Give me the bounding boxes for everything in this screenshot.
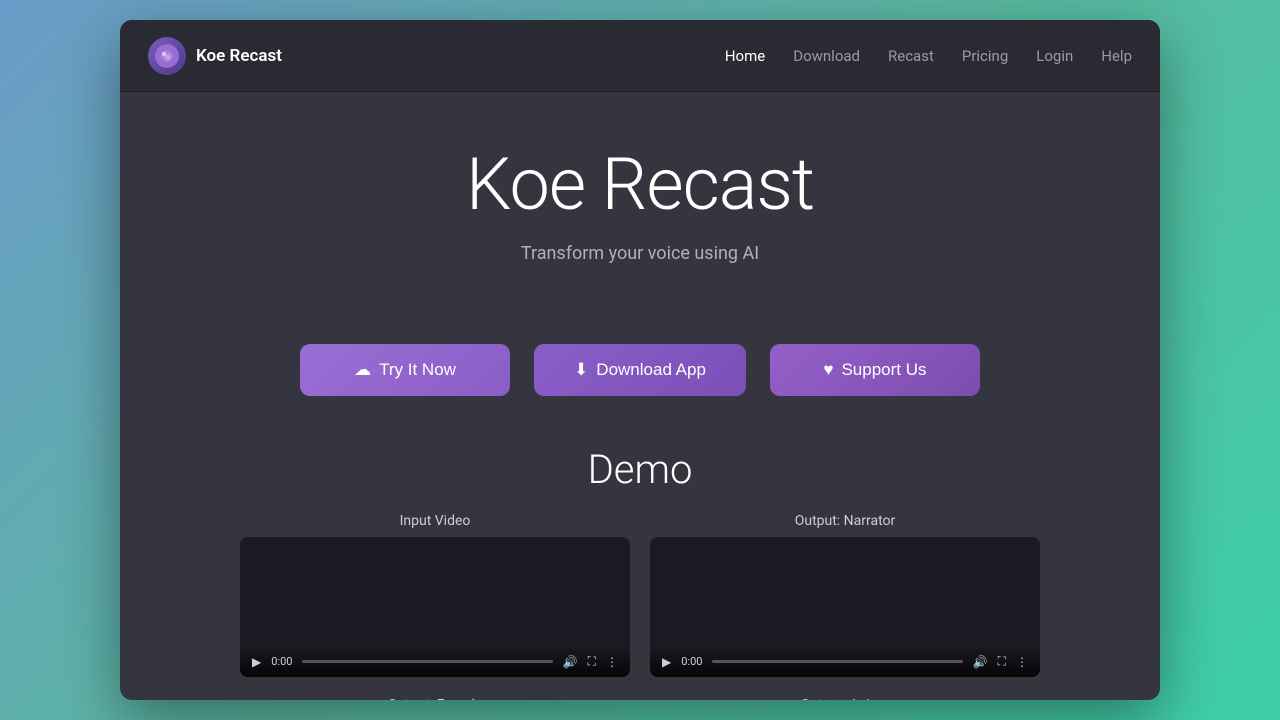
anime-label: Output: Anime bbox=[801, 697, 890, 700]
demo-item-anime: Output: Anime ▶ 0:00 🔊 ⛶ ⋮ bbox=[650, 697, 1040, 700]
button-group: ☁ Try It Now ⬇ Download App ♥ Support Us bbox=[300, 344, 980, 396]
progress-bar-narrator[interactable] bbox=[712, 660, 962, 663]
hero-title: Koe Recast bbox=[466, 142, 814, 227]
demo-item-female: Output: Female ▶ 0:00 🔊 ⛶ ⋮ bbox=[240, 697, 630, 700]
play-icon-input[interactable]: ▶ bbox=[252, 655, 261, 669]
nav-link-help[interactable]: Help bbox=[1101, 47, 1132, 65]
download-icon: ⬇ bbox=[574, 360, 588, 380]
logo-icon bbox=[148, 37, 186, 75]
demo-item-narrator: Output: Narrator ▶ 0:00 🔊 ⛶ ⋮ bbox=[650, 513, 1040, 677]
time-input: 0:00 bbox=[271, 655, 292, 668]
cloud-icon: ☁ bbox=[354, 360, 371, 380]
demo-grid: Input Video ▶ 0:00 🔊 ⛶ ⋮ bbox=[240, 513, 1040, 700]
input-video-player[interactable]: ▶ 0:00 🔊 ⛶ ⋮ bbox=[240, 537, 630, 677]
nav-links: Home Download Recast Pricing Login Help bbox=[725, 47, 1132, 65]
fullscreen-icon-input[interactable]: ⛶ bbox=[588, 654, 596, 669]
narrator-label: Output: Narrator bbox=[795, 513, 896, 529]
navbar: Koe Recast Home Download Recast Pricing … bbox=[120, 20, 1160, 92]
support-us-button[interactable]: ♥ Support Us bbox=[770, 344, 980, 396]
try-it-now-label: Try It Now bbox=[379, 360, 456, 380]
video-controls-input: ▶ 0:00 🔊 ⛶ ⋮ bbox=[240, 646, 630, 677]
nav-link-recast[interactable]: Recast bbox=[888, 47, 934, 65]
video-controls-narrator: ▶ 0:00 🔊 ⛶ ⋮ bbox=[650, 646, 1040, 677]
hero-section: Koe Recast Transform your voice using AI bbox=[466, 142, 814, 264]
brand-name: Koe Recast bbox=[196, 46, 282, 66]
nav-logo: Koe Recast bbox=[148, 37, 725, 75]
progress-bar-input[interactable] bbox=[302, 660, 552, 663]
volume-icon-input[interactable]: 🔊 bbox=[563, 655, 578, 669]
input-video-label: Input Video bbox=[400, 513, 471, 529]
download-app-label: Download App bbox=[596, 360, 706, 380]
demo-title: Demo bbox=[588, 446, 693, 493]
nav-link-home[interactable]: Home bbox=[725, 47, 765, 65]
download-app-button[interactable]: ⬇ Download App bbox=[534, 344, 746, 396]
heart-icon: ♥ bbox=[823, 360, 833, 380]
demo-section: Demo Input Video ▶ 0:00 🔊 ⛶ bbox=[160, 446, 1120, 700]
female-label: Output: Female bbox=[388, 697, 483, 700]
nav-link-pricing[interactable]: Pricing bbox=[962, 47, 1008, 65]
narrator-video-player[interactable]: ▶ 0:00 🔊 ⛶ ⋮ bbox=[650, 537, 1040, 677]
time-narrator: 0:00 bbox=[681, 655, 702, 668]
nav-link-login[interactable]: Login bbox=[1036, 47, 1073, 65]
play-icon-narrator[interactable]: ▶ bbox=[662, 655, 671, 669]
app-window: Koe Recast Home Download Recast Pricing … bbox=[120, 20, 1160, 700]
hero-subtitle: Transform your voice using AI bbox=[521, 243, 759, 264]
more-icon-input[interactable]: ⋮ bbox=[606, 655, 618, 669]
support-us-label: Support Us bbox=[841, 360, 926, 380]
fullscreen-icon-narrator[interactable]: ⛶ bbox=[998, 654, 1006, 669]
try-it-now-button[interactable]: ☁ Try It Now bbox=[300, 344, 510, 396]
more-icon-narrator[interactable]: ⋮ bbox=[1016, 655, 1028, 669]
demo-item-input: Input Video ▶ 0:00 🔊 ⛶ ⋮ bbox=[240, 513, 630, 677]
main-content: Koe Recast Transform your voice using AI… bbox=[120, 92, 1160, 700]
volume-icon-narrator[interactable]: 🔊 bbox=[973, 655, 988, 669]
nav-link-download[interactable]: Download bbox=[793, 47, 860, 65]
